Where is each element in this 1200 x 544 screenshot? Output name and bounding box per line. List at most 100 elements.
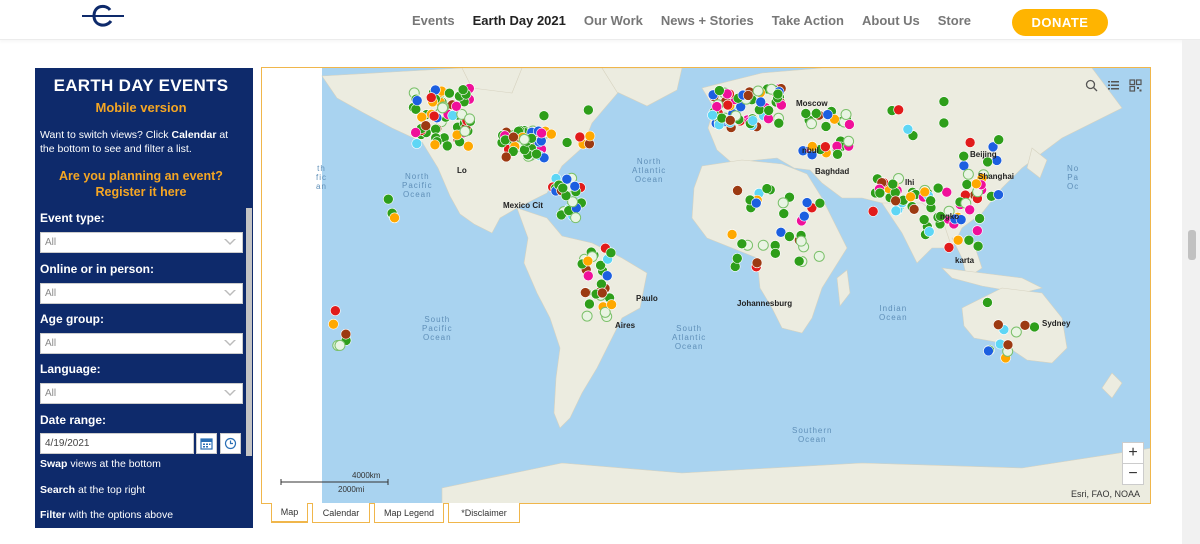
event-marker[interactable] xyxy=(605,247,617,259)
event-marker[interactable] xyxy=(582,255,594,267)
event-marker[interactable] xyxy=(732,185,743,196)
event-marker[interactable] xyxy=(961,179,973,190)
event-marker[interactable] xyxy=(893,104,904,116)
recycle-marker-icon[interactable] xyxy=(464,113,476,125)
event-marker[interactable] xyxy=(747,115,759,126)
event-marker[interactable] xyxy=(601,270,613,282)
zoom-in-button[interactable]: + xyxy=(1122,442,1144,464)
event-marker[interactable] xyxy=(755,96,767,108)
recycle-marker-icon[interactable] xyxy=(777,197,789,209)
event-marker[interactable] xyxy=(389,212,400,224)
clock-icon[interactable] xyxy=(220,433,241,454)
recycle-marker-icon[interactable] xyxy=(459,125,471,137)
event-marker[interactable] xyxy=(867,206,879,217)
panel-scrollbar-thumb[interactable] xyxy=(246,208,252,456)
event-type-select[interactable]: All xyxy=(40,232,243,253)
event-marker[interactable] xyxy=(420,120,432,131)
event-marker[interactable] xyxy=(925,195,936,206)
event-marker[interactable] xyxy=(902,123,914,135)
event-marker[interactable] xyxy=(972,240,984,252)
register-link[interactable]: Are you planning an event? Register it he… xyxy=(35,168,247,200)
event-marker[interactable] xyxy=(993,189,1004,200)
recycle-marker-icon[interactable] xyxy=(843,135,855,147)
event-marker[interactable] xyxy=(952,234,964,246)
event-marker[interactable] xyxy=(569,181,581,192)
event-marker[interactable] xyxy=(726,229,738,240)
recycle-marker-icon[interactable] xyxy=(813,250,825,262)
event-marker[interactable] xyxy=(457,84,469,96)
list-icon[interactable] xyxy=(1102,74,1124,96)
event-marker[interactable] xyxy=(793,255,805,267)
cta-line1[interactable]: Are you planning an event? xyxy=(35,168,247,184)
recycle-marker-icon[interactable] xyxy=(840,108,852,120)
event-marker[interactable] xyxy=(974,213,985,224)
event-marker[interactable] xyxy=(724,115,736,126)
event-marker[interactable] xyxy=(993,319,1004,331)
date-range-input[interactable]: 4/19/2021 xyxy=(40,433,194,454)
event-marker[interactable] xyxy=(742,90,754,101)
recycle-marker-icon[interactable] xyxy=(334,339,346,351)
event-marker[interactable] xyxy=(596,278,607,290)
event-marker[interactable] xyxy=(820,121,832,132)
event-marker[interactable] xyxy=(908,204,920,215)
events-map[interactable]: North Pacific Ocean North Atlantic Ocean Sou… xyxy=(261,67,1151,504)
page-scrollbar[interactable] xyxy=(1182,40,1200,544)
event-marker[interactable] xyxy=(773,117,785,129)
event-marker[interactable] xyxy=(890,205,902,217)
event-marker[interactable] xyxy=(536,127,547,139)
event-marker[interactable] xyxy=(919,186,931,198)
event-marker[interactable] xyxy=(905,191,916,203)
event-marker[interactable] xyxy=(531,148,542,160)
nav-our-work[interactable]: Our Work xyxy=(584,13,643,28)
event-marker[interactable] xyxy=(736,238,748,250)
event-marker[interactable] xyxy=(425,92,437,103)
event-marker[interactable] xyxy=(832,149,843,160)
event-marker[interactable] xyxy=(770,248,781,259)
tab-calendar[interactable]: Calendar xyxy=(312,503,370,523)
event-marker[interactable] xyxy=(582,270,594,282)
tab-map[interactable]: Map xyxy=(271,503,308,523)
event-marker[interactable] xyxy=(1029,321,1040,333)
event-marker[interactable] xyxy=(938,117,950,129)
event-marker[interactable] xyxy=(444,87,455,99)
event-marker[interactable] xyxy=(983,345,994,357)
event-marker[interactable] xyxy=(411,95,423,106)
event-marker[interactable] xyxy=(411,138,423,149)
event-marker[interactable] xyxy=(1002,339,1014,351)
event-marker[interactable] xyxy=(778,208,790,219)
event-marker[interactable] xyxy=(822,109,834,120)
nav-events[interactable]: Events xyxy=(412,13,455,28)
event-marker[interactable] xyxy=(763,105,774,116)
event-marker[interactable] xyxy=(428,110,440,122)
page-scrollbar-thumb[interactable] xyxy=(1188,230,1196,260)
event-marker[interactable] xyxy=(451,101,462,112)
event-marker[interactable] xyxy=(330,305,341,317)
nav-about-us[interactable]: About Us xyxy=(862,13,920,28)
event-marker[interactable] xyxy=(938,96,950,107)
language-select[interactable]: All xyxy=(40,383,243,404)
event-marker[interactable] xyxy=(463,140,474,152)
event-marker[interactable] xyxy=(964,137,976,148)
event-marker[interactable] xyxy=(561,137,573,148)
recycle-marker-icon[interactable] xyxy=(795,235,807,247)
event-marker[interactable] xyxy=(584,130,596,142)
calendar-icon[interactable] xyxy=(196,433,217,454)
event-marker[interactable] xyxy=(972,225,983,236)
search-icon[interactable] xyxy=(1080,74,1102,96)
event-marker[interactable] xyxy=(874,187,886,199)
event-marker[interactable] xyxy=(890,195,901,207)
event-marker[interactable] xyxy=(546,128,557,140)
event-marker[interactable] xyxy=(943,242,955,253)
event-marker[interactable] xyxy=(508,131,519,143)
event-marker[interactable] xyxy=(722,99,734,111)
recycle-marker-icon[interactable] xyxy=(570,212,582,224)
event-marker[interactable] xyxy=(580,287,591,298)
event-marker[interactable] xyxy=(814,197,826,209)
event-marker[interactable] xyxy=(963,234,975,246)
world-map[interactable] xyxy=(262,68,1151,504)
event-marker[interactable] xyxy=(328,318,339,330)
event-marker[interactable] xyxy=(429,139,441,151)
event-marker[interactable] xyxy=(784,231,795,242)
nav-take-action[interactable]: Take Action xyxy=(772,13,844,28)
donate-button[interactable]: DONATE xyxy=(1012,9,1108,36)
